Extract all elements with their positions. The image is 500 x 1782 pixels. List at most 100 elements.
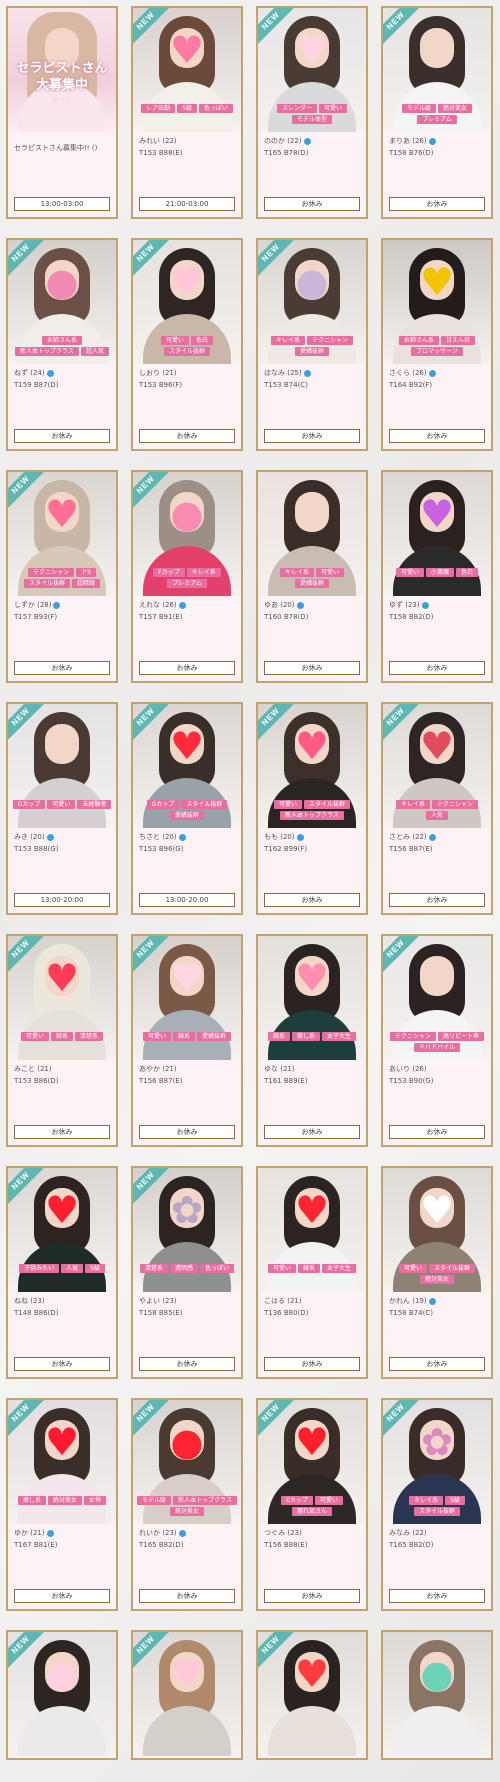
- therapist-card[interactable]: ♥ 可愛い 綺系 女子大生 こはる (21) T136 B80(D) お休み: [256, 1166, 368, 1379]
- name-row: ちさと (20): [139, 831, 237, 843]
- therapist-photo[interactable]: ● NEW キレイ系 テクニシャン 愛嬌抜群: [258, 240, 366, 364]
- therapist-photo[interactable]: NEW モデル級 絶対美女 プレミアム: [383, 8, 491, 132]
- therapist-card[interactable]: ♥ NEW Gカップ スタイル抜群 愛嬌抜群 ちさと (20) T153 B96(G) 13:…: [131, 702, 243, 915]
- therapist-name[interactable]: みれい (22): [139, 137, 177, 145]
- therapist-photo[interactable]: ♥ NEW 可愛い 綺系 愛嬌抜群: [133, 936, 241, 1060]
- therapist-photo[interactable]: ● NEW モデル級 新人本トップクラス 絶対美女: [133, 1400, 241, 1524]
- therapist-photo[interactable]: ✿ NEW 清楚系 透明感 色っぽい: [133, 1168, 241, 1292]
- therapist-name[interactable]: こはる (21): [264, 1297, 302, 1305]
- therapist-name[interactable]: ねね (23): [14, 1297, 45, 1305]
- name-row: あやか (21): [139, 1063, 237, 1075]
- therapist-name[interactable]: えれな (26): [139, 601, 177, 609]
- therapist-card[interactable]: ♥ お姉さん系 甘えん坊 プロマッサージ さくら (26) T164 B92(F) お休み: [381, 238, 493, 451]
- recruit-card[interactable]: セラピストさん 大募集中 セラピ セラピストさん募集中!! () 13:00-0…: [6, 6, 118, 219]
- therapist-photo[interactable]: キレイ系 可愛い 愛嬌抜群: [258, 472, 366, 596]
- therapist-photo[interactable]: ♥ NEW 子供みたい 人気 S級: [8, 1168, 116, 1292]
- therapist-name[interactable]: ちさと (20): [139, 833, 177, 841]
- therapist-photo[interactable]: NEW Gカップ 可愛い 未経験者: [8, 704, 116, 828]
- therapist-photo[interactable]: ♥ 可愛い 綺系 女子大生: [258, 1168, 366, 1292]
- therapist-card[interactable]: ● NEW モデル級 新人本トップクラス 絶対美女 れいか (23) T165 B82(D)…: [131, 1398, 243, 1611]
- therapist-card[interactable]: ♥ NEW 可愛い 綺系 清楚系 みこと (21) T153 B86(D) お休み: [6, 934, 118, 1147]
- therapist-name[interactable]: さくら (26): [389, 369, 427, 377]
- therapist-card[interactable]: ♥ NEW 子供みたい 人気 S級 ねね (23) T148 B86(D) お休み: [6, 1166, 118, 1379]
- therapist-card[interactable]: ● NEW キレイ系 テクニシャン 愛嬌抜群 ほなみ (25) T153 B74(C) お休み: [256, 238, 368, 451]
- therapist-card[interactable]: ✿ NEW 清楚系 透明感 色っぽい やよい (23) T158 B85(E) お休み: [131, 1166, 243, 1379]
- therapist-photo[interactable]: ♥ NEW Eカップ 可愛い 癒れ気さん: [258, 1400, 366, 1524]
- therapist-name[interactable]: ゆず (23): [389, 601, 420, 609]
- therapist-name[interactable]: かれん (19): [389, 1297, 427, 1305]
- therapist-name[interactable]: れいか (23): [139, 1529, 177, 1537]
- therapist-card[interactable]: ♥ 綺系 癒し系 女子大生 ゆな (21) T161 B89(E) お休み: [256, 934, 368, 1147]
- therapist-photo[interactable]: ✿ NEW キレイ系 S級 スタイル抜群: [383, 1400, 491, 1524]
- therapist-card[interactable]: ♥ NEW スレンダー 可愛い モデル体型 ののか (22) T165 B78(D) お休み: [256, 6, 368, 219]
- therapist-photo[interactable]: ♥ NEW 癒し系 絶対美女 女神: [8, 1400, 116, 1524]
- verified-check-icon: [303, 137, 311, 145]
- therapist-card[interactable]: ♥ NEW キレイ系 テクニシャン 人気 さとみ (22) T156 B87(E) お休み: [381, 702, 493, 915]
- therapist-photo[interactable]: ♥ NEW: [133, 1632, 241, 1756]
- therapist-name[interactable]: まりあ (26): [389, 137, 427, 145]
- therapist-photo[interactable]: ● NEW: [8, 1632, 116, 1756]
- therapist-card[interactable]: ✿ NEW キレイ系 S級 スタイル抜群みなみ (22) T165 B82(D) お休み: [381, 1398, 493, 1611]
- therapist-photo[interactable]: ●: [383, 1632, 491, 1756]
- therapist-card[interactable]: ● NEW Fカップ キレイ系 プレミアム えれな (26) T157 B91(E) お休み: [131, 470, 243, 683]
- recruit-banner[interactable]: セラピストさん 大募集中 セラピ: [8, 8, 116, 132]
- therapist-photo[interactable]: ● NEW Fカップ キレイ系 プレミアム: [133, 472, 241, 596]
- therapist-name[interactable]: あやか (21): [139, 1065, 177, 1073]
- therapist-photo[interactable]: ♥ NEW テクニシャン ドS スタイル抜群 超精鋭: [8, 472, 116, 596]
- therapist-card[interactable]: ♥ NEW 可愛い スタイル抜群 新人本トップクラス もも (20) T162 B99(F)…: [256, 702, 368, 915]
- therapist-card[interactable]: ♥ NEW: [131, 1630, 243, 1760]
- tag-badge: S級: [445, 1496, 465, 1505]
- tag-badge: 綺系: [297, 1264, 320, 1273]
- therapist-card[interactable]: NEW モデル級 絶対美女 プレミアム まりあ (26) T158 B76(D) お休み: [381, 6, 493, 219]
- therapist-photo[interactable]: ♥ NEW キレイ系 テクニシャン 人気: [383, 704, 491, 828]
- therapist-card[interactable]: ♥ NEW 癒し系 絶対美女 女神 ゆか (21) T167 B81(E) お休み: [6, 1398, 118, 1611]
- therapist-photo[interactable]: ♥ NEW: [258, 1632, 366, 1756]
- schedule-box: お休み: [389, 1589, 485, 1603]
- therapist-name[interactable]: あいり (26): [389, 1065, 427, 1073]
- therapist-name[interactable]: みなみ (22): [389, 1529, 427, 1537]
- therapist-photo[interactable]: ♥ 綺系 癒し系 女子大生: [258, 936, 366, 1060]
- therapist-photo[interactable]: ♥ NEW 可愛い 色白 スタイル抜群: [133, 240, 241, 364]
- schedule-box: お休み: [389, 197, 485, 211]
- therapist-photo[interactable]: ♥ 可愛い 小悪魔 色白: [383, 472, 491, 596]
- therapist-name[interactable]: みこと (21): [14, 1065, 52, 1073]
- therapist-card[interactable]: ♥ NEW 可愛い 綺系 愛嬌抜群 あやか (21) T156 B87(E) お休み: [131, 934, 243, 1147]
- therapist-card[interactable]: ♥ 可愛い 小悪魔 色白 ゆず (23) T158 B82(D) お休み: [381, 470, 493, 683]
- therapist-card[interactable]: ♥ NEW レア出勤 S級 色っぽい みれい (22) T153 B88(E) 21:00-0…: [131, 6, 243, 219]
- therapist-name[interactable]: つぐみ (23): [264, 1529, 302, 1537]
- therapist-name[interactable]: さとみ (22): [389, 833, 427, 841]
- therapist-photo[interactable]: ♥ NEW スレンダー 可愛い モデル体型: [258, 8, 366, 132]
- therapist-photo[interactable]: ● NEW お姉さん系 新人本トップクラス 超人気: [8, 240, 116, 364]
- therapist-photo[interactable]: ♥ NEW Gカップ スタイル抜群 愛嬌抜群: [133, 704, 241, 828]
- therapist-card[interactable]: ●: [381, 1630, 493, 1760]
- therapist-photo[interactable]: NEW テクニシャン 高リピート率 ドバドバイル: [383, 936, 491, 1060]
- therapist-name[interactable]: ほなみ (25): [264, 369, 302, 377]
- therapist-card[interactable]: ♥ NEW: [256, 1630, 368, 1760]
- therapist-name[interactable]: しずか (28): [14, 601, 51, 609]
- therapist-photo[interactable]: ♥ NEW レア出勤 S級 色っぽい: [133, 8, 241, 132]
- therapist-card[interactable]: ♥ NEW テクニシャン ドS スタイル抜群 超精鋭 しずか (28) T157 B93(F)…: [6, 470, 118, 683]
- therapist-photo[interactable]: ♥ NEW 可愛い スタイル抜群 新人本トップクラス: [258, 704, 366, 828]
- therapist-name[interactable]: もも (20): [264, 833, 295, 841]
- therapist-card[interactable]: キレイ系 可愛い 愛嬌抜群 ゆあ (20) T160 B78(D) お休み: [256, 470, 368, 683]
- therapist-name[interactable]: ゆあ (20): [264, 601, 295, 609]
- therapist-card[interactable]: NEW Gカップ 可愛い 未経験者 みき (20) T153 B88(G) 13:00-20…: [6, 702, 118, 915]
- therapist-stats: T153 B86(D): [14, 1077, 59, 1085]
- therapist-card[interactable]: ♥ NEW 可愛い 色白 スタイル抜群 しおり (21) T153 B96(F) お休み: [131, 238, 243, 451]
- therapist-photo[interactable]: ♥ お姉さん系 甘えん坊 プロマッサージ: [383, 240, 491, 364]
- therapist-card[interactable]: ♥ NEW Eカップ 可愛い 癒れ気さん つぐみ (23) T156 B88(E) お休み: [256, 1398, 368, 1611]
- therapist-name[interactable]: ねず (24): [14, 369, 45, 377]
- therapist-card[interactable]: ♥ 可愛い スタイル抜群 絶対美女 かれん (19) T158 B74(C) お休み: [381, 1166, 493, 1379]
- therapist-photo[interactable]: ♥ NEW 可愛い 綺系 清楚系: [8, 936, 116, 1060]
- therapist-name[interactable]: みき (20): [14, 833, 45, 841]
- therapist-card[interactable]: ● NEW お姉さん系 新人本トップクラス 超人気 ねず (24) T159 B87(D) お…: [6, 238, 118, 451]
- therapist-card[interactable]: NEW テクニシャン 高リピート率 ドバドバイル あいり (26) T153 B90(G)…: [381, 934, 493, 1147]
- therapist-name[interactable]: しおり (21): [139, 369, 177, 377]
- therapist-photo[interactable]: ♥ 可愛い スタイル抜群 絶対美女: [383, 1168, 491, 1292]
- therapist-name[interactable]: ゆか (21): [14, 1529, 45, 1537]
- therapist-name[interactable]: ゆな (21): [264, 1065, 295, 1073]
- therapist-name[interactable]: ののか (22): [264, 137, 302, 145]
- therapist-card[interactable]: ● NEW: [6, 1630, 118, 1760]
- therapist-name[interactable]: やよい (23): [139, 1297, 177, 1305]
- therapist-stats: T165 B82(D): [389, 1541, 434, 1549]
